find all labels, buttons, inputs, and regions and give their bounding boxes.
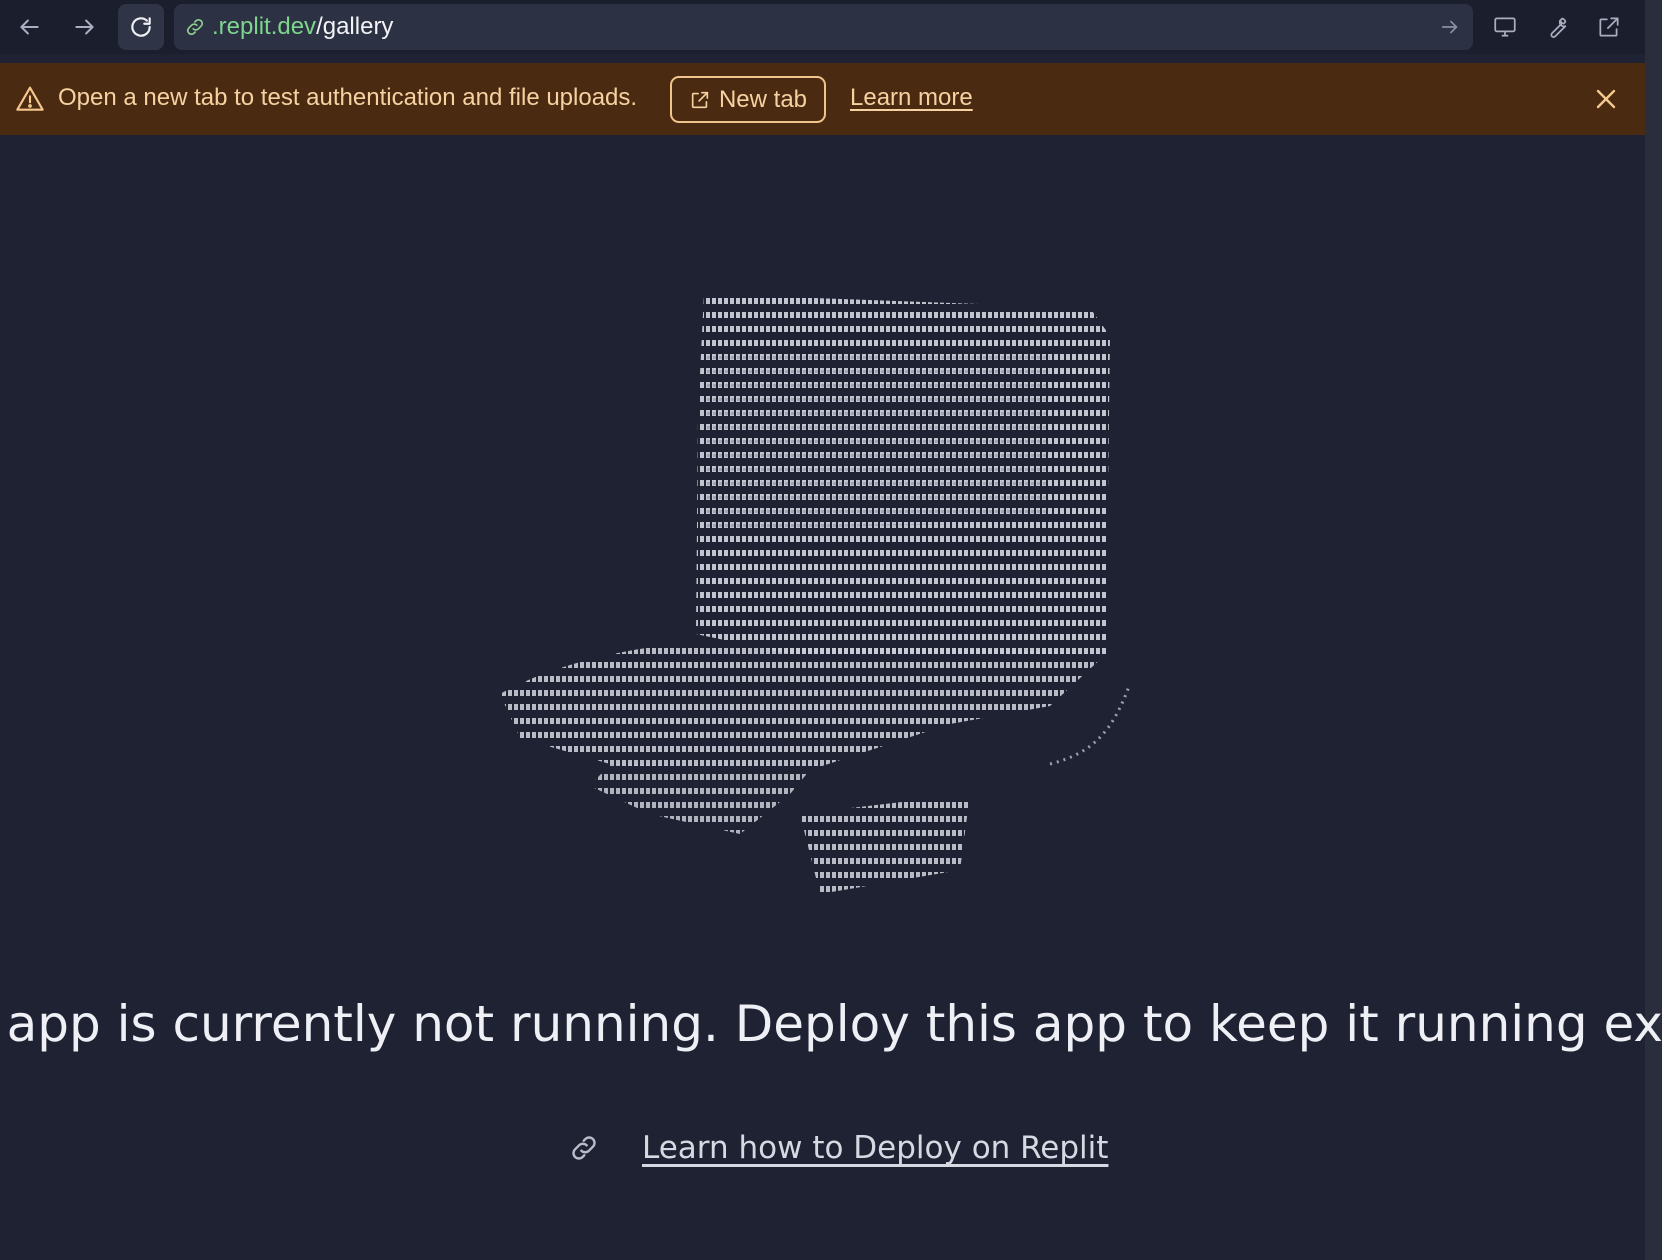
top-hat-ascii-art: [500, 294, 1132, 894]
back-arrow-icon: [16, 14, 42, 40]
new-tab-label: New tab: [718, 85, 808, 113]
ascii-art-illustration: [490, 294, 1190, 924]
link-icon: [184, 16, 206, 38]
deploy-link-row: Learn how to Deploy on Replit: [568, 1128, 1108, 1168]
reload-button[interactable]: [118, 4, 164, 50]
learn-more-link[interactable]: Learn more: [850, 84, 973, 112]
open-new-tab-icon: [689, 89, 711, 111]
warning-icon: [14, 83, 46, 115]
url-bar[interactable]: .replit.dev/gallery: [174, 4, 1473, 50]
wrench-icon: [1544, 14, 1570, 40]
app-not-running-message: e app is currently not running. Deploy t…: [0, 995, 1662, 1053]
monitor-icon: [1492, 14, 1518, 40]
url-path: /gallery: [316, 13, 394, 40]
new-tab-button[interactable]: New tab: [670, 76, 826, 123]
close-banner-icon[interactable]: [1590, 83, 1622, 115]
forward-arrow-icon: [72, 14, 98, 40]
forward-button[interactable]: [62, 4, 108, 50]
devtools-button[interactable]: [1534, 4, 1580, 50]
scrollbar[interactable]: [1645, 0, 1662, 1260]
go-arrow-icon: [1439, 16, 1461, 38]
go-button[interactable]: [1433, 10, 1467, 44]
banner-message: Open a new tab to test authentication an…: [58, 84, 638, 111]
external-link-icon: [1596, 14, 1622, 40]
device-preview-button[interactable]: [1482, 4, 1528, 50]
browser-toolbar: .replit.dev/gallery: [0, 0, 1645, 54]
warning-banner: Open a new tab to test authentication an…: [0, 63, 1645, 135]
reload-icon: [128, 14, 154, 40]
learn-deploy-link[interactable]: Learn how to Deploy on Replit: [642, 1130, 1108, 1166]
link-icon: [568, 1132, 600, 1164]
url-domain: .replit.dev: [212, 13, 317, 40]
back-button[interactable]: [6, 4, 52, 50]
open-external-button[interactable]: [1586, 4, 1632, 50]
browser-frame: .replit.dev/gallery Open a new tab to te…: [0, 0, 1662, 1260]
